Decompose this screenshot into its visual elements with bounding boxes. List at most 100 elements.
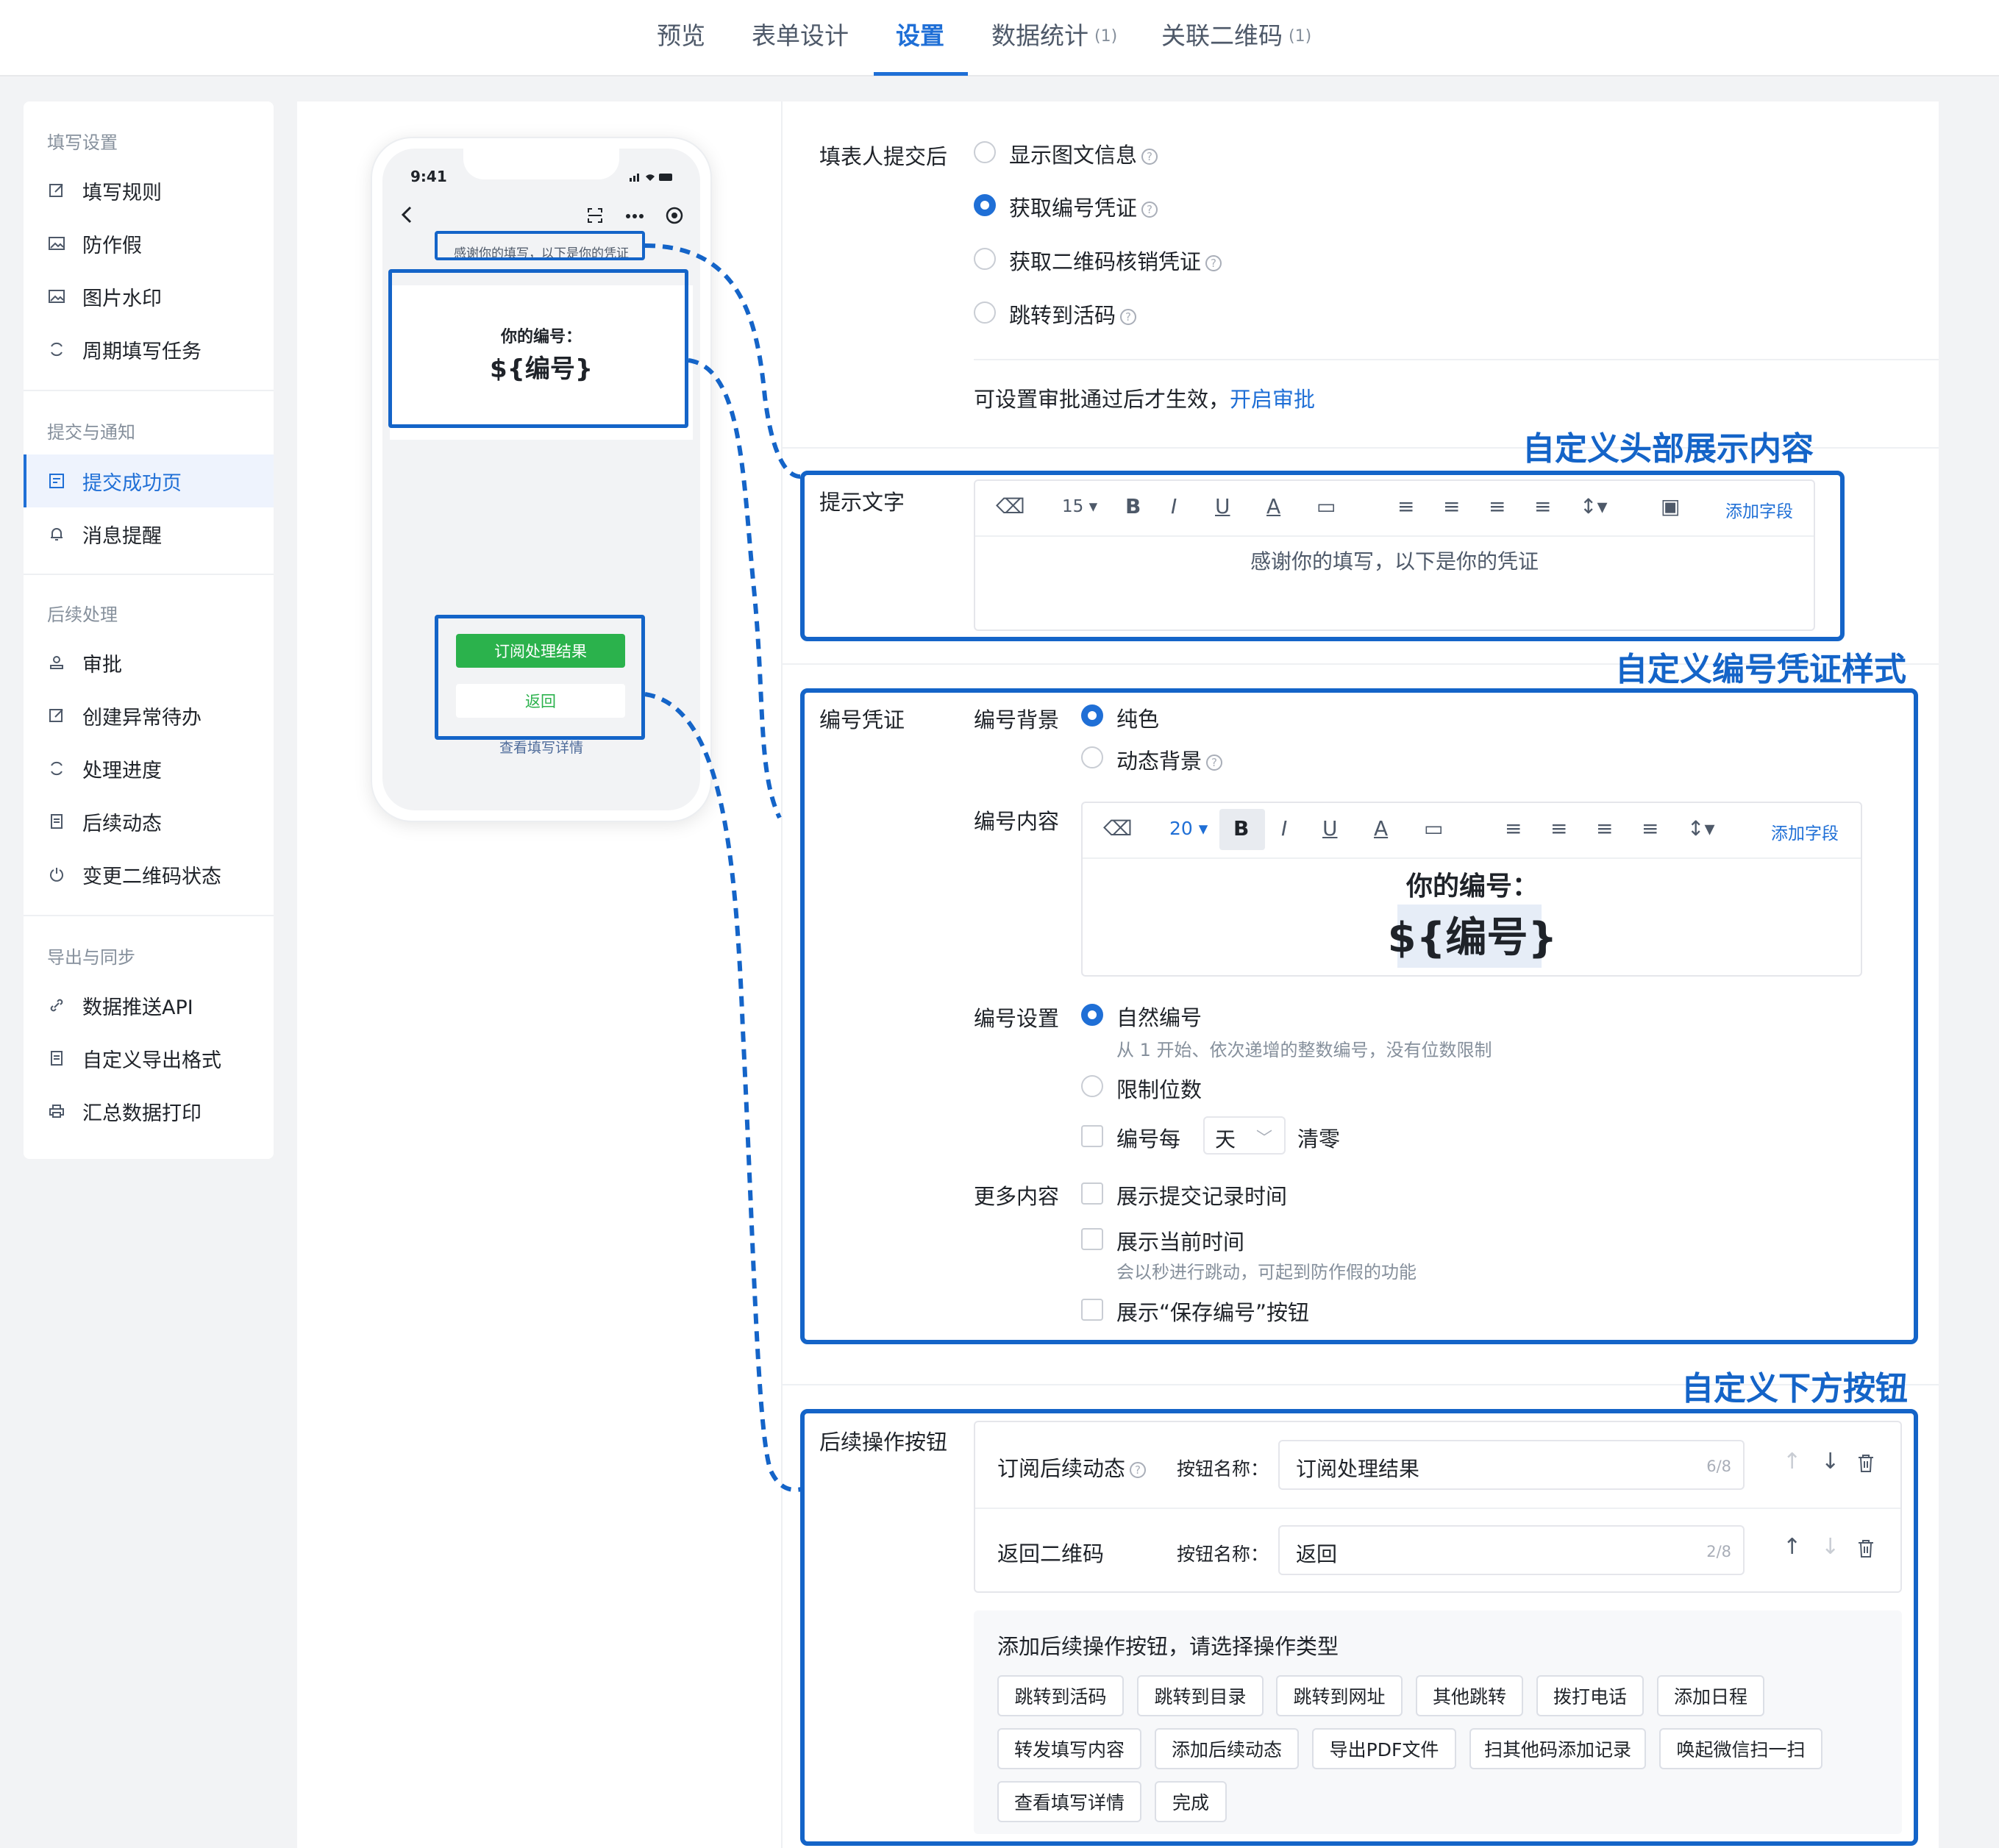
align-justify-icon[interactable]: ≡ xyxy=(1534,494,1551,518)
align-left-icon[interactable]: ≡ xyxy=(1397,494,1414,518)
radio-get-number[interactable] xyxy=(974,194,996,216)
chip-other-jump[interactable]: 其他跳转 xyxy=(1416,1675,1523,1716)
checkbox-submit-time[interactable] xyxy=(1081,1182,1103,1205)
font-color-icon[interactable]: A xyxy=(1266,494,1280,518)
delete-icon[interactable] xyxy=(1856,1538,1875,1562)
chevron-down-icon: ﹀ xyxy=(1256,1130,1273,1148)
voucher-content-line2[interactable]: ${编号} xyxy=(1083,905,1862,964)
insert-image-icon[interactable]: ▣ xyxy=(1661,494,1680,518)
annotation-buttons: 自定义下方按钮 xyxy=(1681,1370,1908,1408)
chip-call[interactable]: 拨打电话 xyxy=(1536,1675,1644,1716)
option-get-qrcode: 获取二维码核销凭证? xyxy=(1009,245,1222,276)
voucher-label: 编号凭证 xyxy=(819,707,905,732)
bold-icon[interactable]: B xyxy=(1233,816,1249,841)
button-name-input[interactable]: 返回 2/8 xyxy=(1278,1525,1745,1575)
editor-toolbar: ⌫ 15 ▾ B I U A ▭ ≡ ≡ ≡ ≡ ↕▾ ▣ 添加字段 xyxy=(975,481,1814,537)
underline-icon[interactable]: U xyxy=(1322,816,1338,841)
option-submit-time: 展示提交记录时间 xyxy=(1116,1184,1288,1209)
radio-show-info[interactable] xyxy=(974,141,996,163)
move-up-icon[interactable]: ↑ xyxy=(1783,1534,1801,1560)
option-natural-number: 自然编号 xyxy=(1116,1005,1202,1030)
align-right-icon[interactable]: ≡ xyxy=(1596,816,1613,841)
checkbox-reset[interactable] xyxy=(1081,1125,1103,1147)
font-size-select[interactable]: 15 ▾ xyxy=(1062,497,1097,516)
button-name-input[interactable]: 订阅处理结果 6/8 xyxy=(1278,1440,1745,1490)
align-justify-icon[interactable]: ≡ xyxy=(1642,816,1658,841)
radio-solid-bg[interactable] xyxy=(1081,704,1103,727)
checkbox-current-time[interactable] xyxy=(1081,1228,1103,1250)
enable-approval-link[interactable]: 开启审批 xyxy=(1230,387,1315,412)
help-icon[interactable]: ? xyxy=(1205,255,1222,271)
approval-hint: 可设置审批通过后才生效，开启审批 xyxy=(974,387,1316,412)
eraser-icon[interactable]: ⌫ xyxy=(1103,816,1133,841)
move-down-icon[interactable]: ↓ xyxy=(1821,1449,1839,1474)
bg-label: 编号背景 xyxy=(974,707,1060,732)
move-up-icon[interactable]: ↑ xyxy=(1783,1449,1801,1474)
line-height-icon[interactable]: ↕▾ xyxy=(1687,816,1715,841)
align-right-icon[interactable]: ≡ xyxy=(1489,494,1506,518)
help-icon[interactable]: ? xyxy=(1141,149,1158,165)
align-center-icon[interactable]: ≡ xyxy=(1443,494,1460,518)
content-label: 编号内容 xyxy=(974,809,1060,834)
highlight-icon[interactable]: ▭ xyxy=(1316,494,1336,518)
align-left-icon[interactable]: ≡ xyxy=(1505,816,1522,841)
line-height-icon[interactable]: ↕▾ xyxy=(1580,494,1608,518)
chip-done[interactable]: 完成 xyxy=(1155,1781,1227,1822)
align-center-icon[interactable]: ≡ xyxy=(1550,816,1567,841)
radio-dynamic-bg[interactable] xyxy=(1081,746,1103,768)
option-jump-livecode: 跳转到活码? xyxy=(1009,299,1137,329)
chip-add-calendar[interactable]: 添加日程 xyxy=(1657,1675,1764,1716)
checkbox-save-button[interactable] xyxy=(1081,1299,1103,1321)
radio-limit-digits[interactable] xyxy=(1081,1075,1103,1097)
after-submit-label: 填表人提交后 xyxy=(819,144,948,169)
chip-forward-content[interactable]: 转发填写内容 xyxy=(997,1728,1141,1769)
button-name-label: 按钮名称： xyxy=(1177,1458,1269,1480)
prompt-text-editor[interactable]: ⌫ 15 ▾ B I U A ▭ ≡ ≡ ≡ ≡ ↕▾ ▣ 添加字段 感谢你的填… xyxy=(974,479,1815,631)
option-show-info: 显示图文信息? xyxy=(1009,138,1158,169)
chip-add-dynamics[interactable]: 添加后续动态 xyxy=(1155,1728,1299,1769)
option-save-button: 展示“保存编号”按钮 xyxy=(1116,1300,1310,1325)
radio-natural-number[interactable] xyxy=(1081,1004,1103,1026)
more-content-label: 更多内容 xyxy=(974,1184,1060,1209)
option-limit-digits: 限制位数 xyxy=(1116,1077,1202,1102)
chip-jump-livecode[interactable]: 跳转到活码 xyxy=(997,1675,1124,1716)
chip-jump-catalog[interactable]: 跳转到目录 xyxy=(1137,1675,1264,1716)
move-down-icon[interactable]: ↓ xyxy=(1821,1534,1839,1560)
option-current-time: 展示当前时间 xyxy=(1116,1230,1245,1255)
char-count: 6/8 xyxy=(1706,1458,1731,1475)
underline-icon[interactable]: U xyxy=(1215,494,1230,518)
annotation-header: 自定义头部展示内容 xyxy=(1522,430,1814,468)
chip-wechat-scan[interactable]: 唤起微信扫一扫 xyxy=(1659,1728,1822,1769)
help-icon[interactable]: ? xyxy=(1130,1462,1147,1478)
voucher-content-editor[interactable]: ⌫ 20 ▾ B I U A ▭ ≡ ≡ ≡ ≡ ↕▾ 添加字段 你的编号： $… xyxy=(1081,802,1862,977)
font-size-select[interactable]: 20 ▾ xyxy=(1169,818,1208,839)
font-color-icon[interactable]: A xyxy=(1374,816,1388,841)
radio-jump-livecode[interactable] xyxy=(974,302,996,324)
followup-row-type: 订阅后续动态? xyxy=(997,1452,1147,1483)
italic-icon[interactable]: I xyxy=(1171,494,1177,518)
followup-row-type: 返回二维码 xyxy=(997,1541,1105,1566)
natural-number-hint: 从 1 开始、依次递增的整数编号，没有位数限制 xyxy=(1116,1040,1492,1060)
option-dynamic-bg: 动态背景? xyxy=(1116,744,1223,775)
eraser-icon[interactable]: ⌫ xyxy=(996,494,1025,518)
button-name-value: 订阅处理结果 xyxy=(1296,1457,1420,1481)
bold-icon[interactable]: B xyxy=(1125,494,1141,518)
chip-jump-url[interactable]: 跳转到网址 xyxy=(1276,1675,1403,1716)
reset-suffix: 清零 xyxy=(1297,1127,1341,1152)
chip-view-detail[interactable]: 查看填写详情 xyxy=(997,1781,1141,1822)
help-icon[interactable]: ? xyxy=(1120,309,1137,325)
add-field-button[interactable]: 添加字段 xyxy=(1771,819,1839,844)
chip-scan-other-code[interactable]: 扫其他码添加记录 xyxy=(1469,1728,1646,1769)
annotation-voucher: 自定义编号凭证样式 xyxy=(1615,651,1906,688)
reset-unit-select[interactable]: 天 ﹀ xyxy=(1203,1116,1286,1155)
highlight-icon[interactable]: ▭ xyxy=(1424,816,1443,841)
help-icon[interactable]: ? xyxy=(1206,754,1223,771)
help-icon[interactable]: ? xyxy=(1141,201,1158,218)
italic-icon[interactable]: I xyxy=(1281,816,1287,841)
radio-get-qrcode[interactable] xyxy=(974,248,996,270)
chip-export-pdf[interactable]: 导出PDF文件 xyxy=(1312,1728,1456,1769)
prompt-text-content[interactable]: 感谢你的填写，以下是你的凭证 xyxy=(975,546,1814,575)
divider xyxy=(975,1508,1900,1509)
add-field-button[interactable]: 添加字段 xyxy=(1725,497,1793,522)
delete-icon[interactable] xyxy=(1856,1453,1875,1477)
